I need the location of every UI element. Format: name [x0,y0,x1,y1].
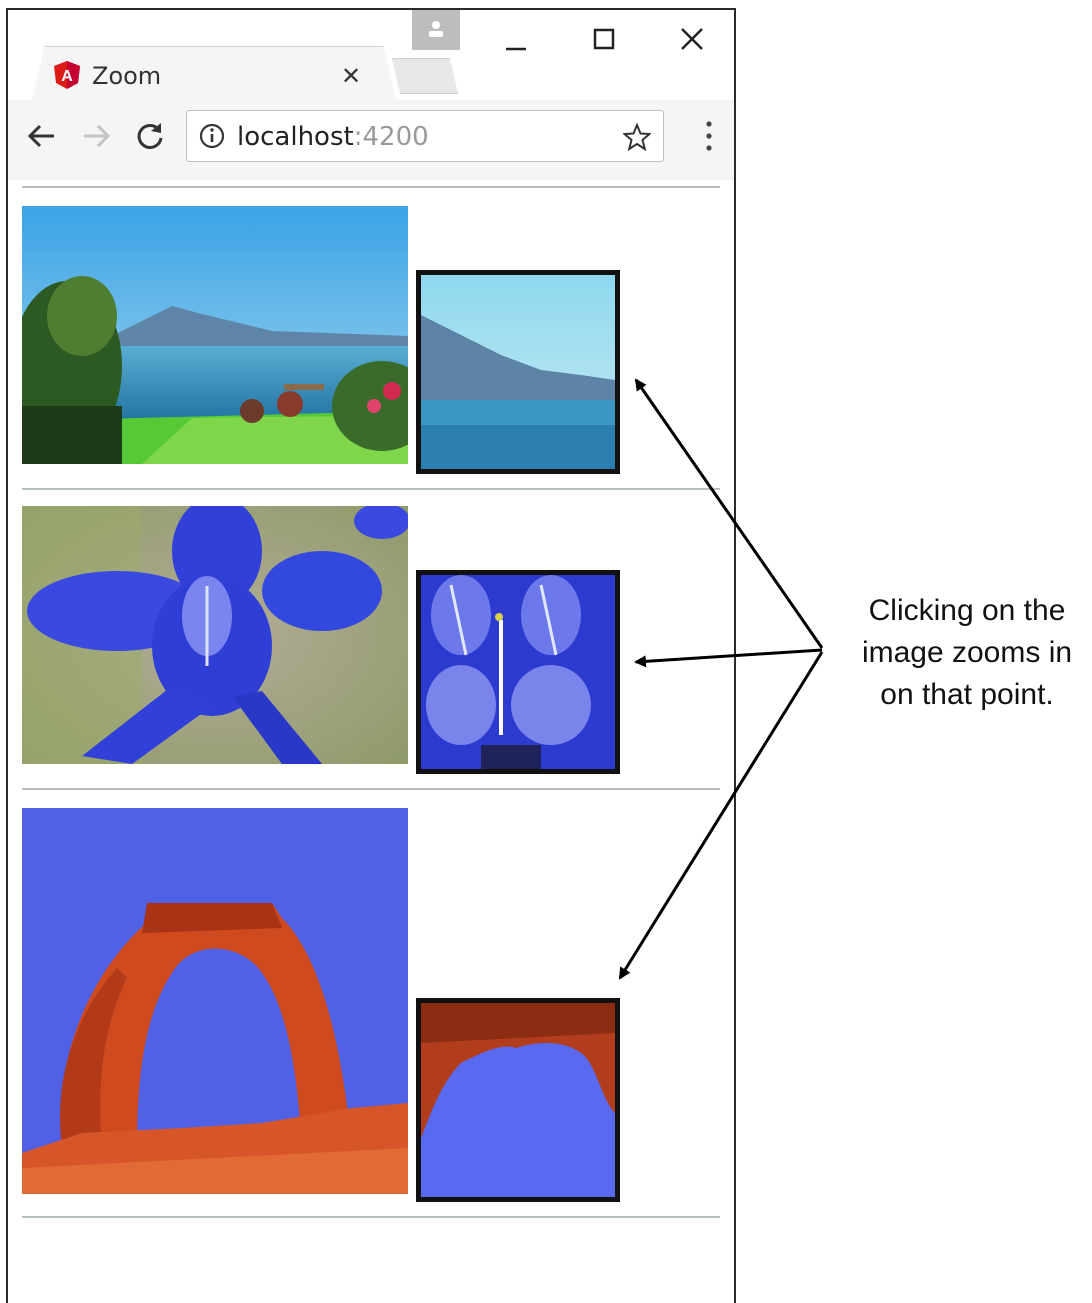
callout-line: image zooms in [861,636,1073,669]
page-content [8,180,734,1303]
arch-photo[interactable] [22,808,408,1194]
svg-text:A: A [61,68,73,85]
iris-photo[interactable] [22,506,408,764]
iris-zoom-image [421,575,615,769]
callout-line: on that point. [880,678,1054,711]
divider [22,186,720,188]
maximize-icon[interactable] [584,22,624,62]
lake-photo[interactable] [22,206,408,464]
arch-zoom-panel [416,998,620,1202]
star-icon[interactable] [623,123,651,151]
info-icon[interactable] [199,123,225,149]
minimize-icon[interactable] [496,22,536,62]
angular-logo-icon: A [54,61,80,89]
title-bar: A Zoom ✕ [8,10,734,109]
forward-icon[interactable] [78,118,114,154]
divider [22,788,720,790]
user-icon[interactable] [412,10,460,50]
divider [22,488,720,490]
menu-icon[interactable] [702,118,716,154]
url-text[interactable]: localhost:4200 [237,122,429,152]
lake-zoom-image [421,275,615,469]
divider [22,1216,720,1218]
tab-title: Zoom [92,62,162,90]
browser-window: A Zoom ✕ localhost:4200 [6,8,736,1303]
arch-zoom-image [421,1003,615,1197]
browser-toolbar: localhost:4200 [8,100,734,181]
callout-line: Clicking on the [868,594,1066,627]
window-close-icon[interactable] [672,22,712,62]
url-host: localhost [237,122,354,152]
new-tab-button[interactable] [392,58,458,94]
lake-zoom-panel [416,270,620,474]
address-bar[interactable]: localhost:4200 [186,110,664,162]
close-icon[interactable]: ✕ [341,62,361,91]
callout-text: Clicking on the image zooms in on that p… [842,590,1092,716]
back-icon[interactable] [24,118,60,154]
reload-icon[interactable] [132,118,168,154]
url-port: :4200 [353,122,429,152]
iris-zoom-panel [416,570,620,774]
